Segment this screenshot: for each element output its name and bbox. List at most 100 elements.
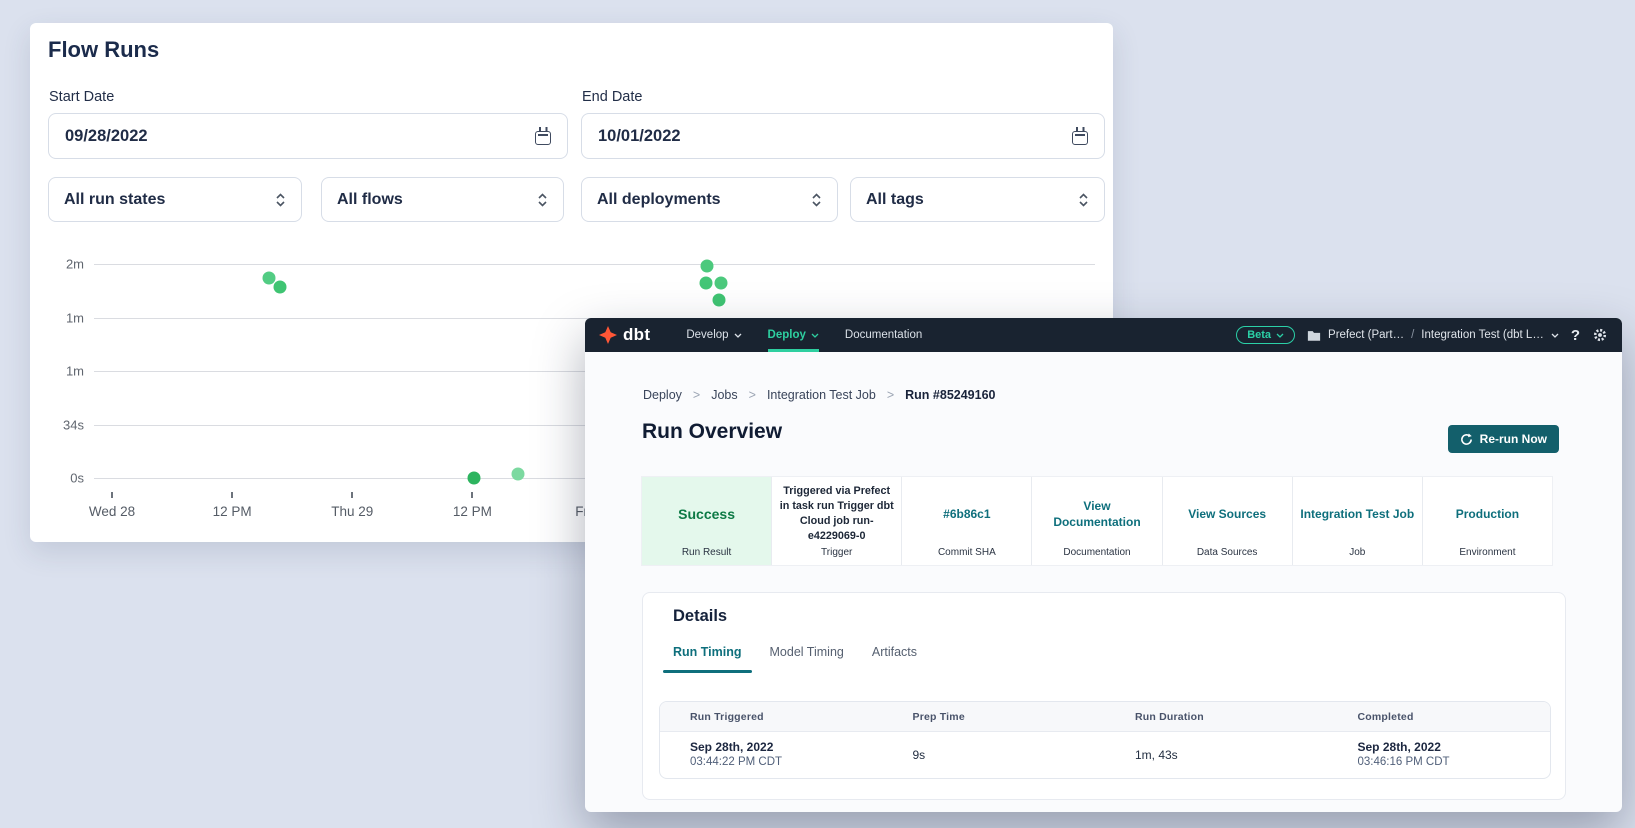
navbar-right-group: Beta Prefect (Part… / Integration Test (… <box>1236 326 1608 344</box>
col-run-triggered: Run Triggered <box>660 711 883 723</box>
job-link[interactable]: Integration Test Job <box>1300 506 1414 522</box>
details-tabs: Run Timing Model Timing Artifacts <box>673 645 917 673</box>
project-name: Prefect (Part… <box>1328 329 1404 341</box>
chevron-updown-icon <box>537 192 548 208</box>
breadcrumb-separator: > <box>693 388 700 402</box>
prep-time-cell: 9s <box>883 748 1106 762</box>
flow-run-point[interactable] <box>714 277 727 290</box>
flow-run-point[interactable] <box>699 277 712 290</box>
run-states-value: All run states <box>64 191 165 209</box>
y-axis-tick-label: 34s <box>38 417 84 432</box>
completed-cell: Sep 28th, 2022 03:46:16 PM CDT <box>1328 739 1551 771</box>
calendar-icon[interactable] <box>1072 131 1088 145</box>
end-date-value: 10/01/2022 <box>598 127 681 146</box>
y-axis-tick-label: 2m <box>38 257 84 272</box>
col-completed: Completed <box>1328 711 1551 723</box>
trigger-value: Triggered via Prefect in task run Trigge… <box>778 484 895 544</box>
x-axis-tick-label: 12 PM <box>453 504 492 519</box>
dbt-navbar: dbt Develop Deploy Documentation Beta Pr… <box>585 318 1622 352</box>
rerun-now-button[interactable]: Re-run Now <box>1448 425 1559 453</box>
run-summary-cards: Success Run Result Triggered via Prefect… <box>641 476 1553 566</box>
card-label: Documentation <box>1032 547 1161 558</box>
breadcrumb-separator: > <box>749 388 756 402</box>
view-documentation-link[interactable]: View Documentation <box>1038 498 1155 530</box>
details-title: Details <box>673 607 727 626</box>
chevron-updown-icon <box>1078 192 1089 208</box>
flow-run-point[interactable] <box>712 293 725 306</box>
card-label: Environment <box>1423 547 1552 558</box>
flow-run-point[interactable] <box>700 259 713 272</box>
beta-toggle[interactable]: Beta <box>1236 326 1295 344</box>
end-date-label: End Date <box>582 89 642 105</box>
flow-run-point[interactable] <box>512 467 525 480</box>
start-date-input[interactable]: 09/28/2022 <box>48 113 568 159</box>
flows-select[interactable]: All flows <box>321 177 564 222</box>
breadcrumb-run-id: Run #85249160 <box>905 388 995 402</box>
tab-run-timing[interactable]: Run Timing <box>673 645 742 673</box>
tab-artifacts[interactable]: Artifacts <box>872 645 917 673</box>
tab-model-timing[interactable]: Model Timing <box>770 645 844 673</box>
table-row: Sep 28th, 2022 03:44:22 PM CDT 9s 1m, 43… <box>660 732 1550 778</box>
account-project-switcher[interactable]: Prefect (Part… / Integration Test (dbt L… <box>1307 329 1559 341</box>
chevron-updown-icon <box>811 192 822 208</box>
deployments-select[interactable]: All deployments <box>581 177 838 222</box>
table-header-row: Run Triggered Prep Time Run Duration Com… <box>660 702 1550 732</box>
y-axis-tick-label: 1m <box>38 364 84 379</box>
dbt-brand-text: dbt <box>623 325 650 345</box>
dbt-logo-icon <box>599 326 617 344</box>
environment-link[interactable]: Production <box>1456 506 1519 522</box>
gear-icon[interactable] <box>1592 327 1608 343</box>
environment-name: Integration Test (dbt L… <box>1421 329 1544 341</box>
tags-value: All tags <box>866 191 924 209</box>
y-axis-tick-label: 1m <box>38 310 84 325</box>
trigger-card: Triggered via Prefect in task run Trigge… <box>772 477 902 565</box>
breadcrumb-job-name[interactable]: Integration Test Job <box>767 388 876 402</box>
chevron-down-icon <box>1276 333 1284 338</box>
run-duration-cell: 1m, 43s <box>1105 748 1328 762</box>
start-date-value: 09/28/2022 <box>65 127 148 146</box>
folder-icon <box>1307 329 1321 341</box>
run-timing-table: Run Triggered Prep Time Run Duration Com… <box>659 701 1551 779</box>
help-icon[interactable]: ? <box>1571 327 1580 344</box>
chevron-down-icon <box>1551 333 1559 338</box>
x-axis-tick-label: Wed 28 <box>89 504 135 519</box>
x-axis-tick-label: Thu 29 <box>331 504 373 519</box>
data-sources-card: View Sources Data Sources <box>1163 477 1293 565</box>
flow-run-point[interactable] <box>468 472 481 485</box>
commit-sha-link[interactable]: #6b86c1 <box>943 506 990 522</box>
flow-run-point[interactable] <box>274 280 287 293</box>
breadcrumb-separator: > <box>887 388 894 402</box>
flows-value: All flows <box>337 191 403 209</box>
tags-select[interactable]: All tags <box>850 177 1105 222</box>
card-label: Trigger <box>772 547 901 558</box>
run-states-select[interactable]: All run states <box>48 177 302 222</box>
card-label: Run Result <box>642 547 771 558</box>
col-prep-time: Prep Time <box>883 711 1106 723</box>
col-run-duration: Run Duration <box>1105 711 1328 723</box>
view-sources-link[interactable]: View Sources <box>1188 506 1266 522</box>
nav-item-develop[interactable]: Develop <box>686 318 741 352</box>
breadcrumb: Deploy > Jobs > Integration Test Job > R… <box>643 388 995 402</box>
nav-item-deploy[interactable]: Deploy <box>768 318 819 352</box>
breadcrumb-deploy[interactable]: Deploy <box>643 388 682 402</box>
x-axis-tick <box>351 492 353 498</box>
chevron-updown-icon <box>275 192 286 208</box>
chevron-down-icon <box>734 333 742 338</box>
gridline <box>94 264 1095 265</box>
nav-item-documentation[interactable]: Documentation <box>845 318 922 352</box>
run-triggered-cell: Sep 28th, 2022 03:44:22 PM CDT <box>660 739 883 771</box>
x-axis-tick <box>111 492 113 498</box>
job-card: Integration Test Job Job <box>1293 477 1423 565</box>
card-label: Job <box>1293 547 1422 558</box>
y-axis-tick-label: 0s <box>38 471 84 486</box>
deployments-value: All deployments <box>597 191 721 209</box>
x-axis-tick <box>231 492 233 498</box>
dbt-logo[interactable]: dbt <box>599 325 650 345</box>
calendar-icon[interactable] <box>535 131 551 145</box>
card-label: Data Sources <box>1163 547 1292 558</box>
breadcrumb-jobs[interactable]: Jobs <box>711 388 737 402</box>
chevron-down-icon <box>811 333 819 338</box>
documentation-card: View Documentation Documentation <box>1032 477 1162 565</box>
end-date-input[interactable]: 10/01/2022 <box>581 113 1105 159</box>
start-date-label: Start Date <box>49 89 114 105</box>
